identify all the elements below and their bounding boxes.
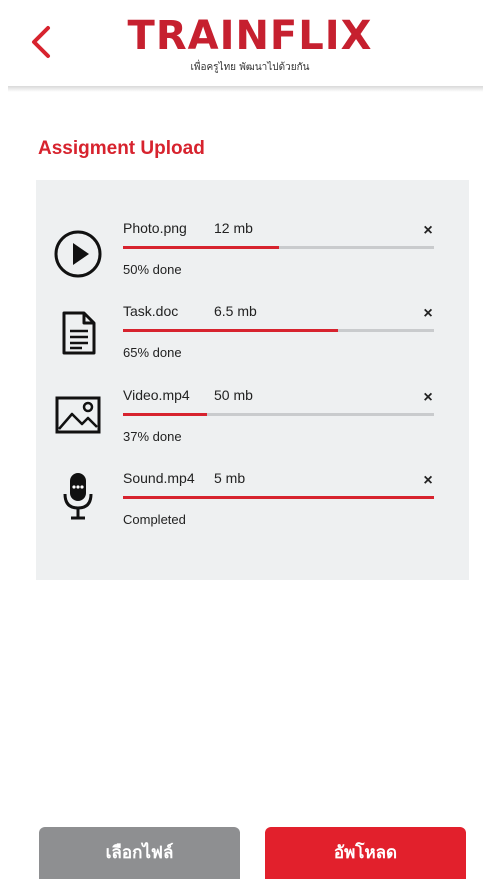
choose-file-button[interactable]: เลือกไฟล์ <box>39 827 240 879</box>
document-icon <box>52 307 104 359</box>
upload-progress-bar <box>123 329 434 332</box>
upload-progress-fill <box>123 496 434 499</box>
file-name: Video.mp4 <box>123 387 190 403</box>
trainflix-logo: TRAINFLIX เพื่อครูไทย พัฒนาไปด้วยกัน <box>120 14 380 78</box>
upload-status: 65% done <box>123 345 182 360</box>
file-size: 50 mb <box>214 387 253 403</box>
remove-file-button[interactable]: × <box>418 304 438 324</box>
upload-status: 37% done <box>123 429 182 444</box>
file-name: Task.doc <box>123 303 179 319</box>
upload-progress-bar <box>123 246 434 249</box>
upload-item: Sound.mp4 5 mb × Completed <box>36 470 469 548</box>
upload-progress-fill <box>123 413 207 416</box>
upload-item: Photo.png 12 mb × 50% done <box>36 220 469 298</box>
play-circle-icon <box>52 228 104 280</box>
logo-tagline: เพื่อครูไทย พัฒนาไปด้วยกัน <box>190 62 310 73</box>
remove-file-button[interactable]: × <box>418 388 438 408</box>
remove-file-button[interactable]: × <box>418 471 438 491</box>
chevron-left-icon <box>32 26 50 58</box>
upload-progress-fill <box>123 246 279 249</box>
file-size: 5 mb <box>214 470 246 486</box>
upload-button[interactable]: อัพโหลด <box>265 827 466 879</box>
upload-status: Completed <box>123 512 186 527</box>
image-icon <box>52 389 104 441</box>
upload-progress-bar <box>123 496 434 499</box>
upload-list-panel: Photo.png 12 mb × 50% done Task.doc 6.5 … <box>36 180 469 580</box>
file-name: Sound.mp4 <box>123 470 195 486</box>
header-divider <box>8 86 483 92</box>
file-size: 6.5 mb <box>214 303 257 319</box>
upload-progress-bar <box>123 413 434 416</box>
app-header: TRAINFLIX เพื่อครูไทย พัฒนาไปด้วยกัน <box>0 0 491 88</box>
page-title: Assigment Upload <box>38 138 205 159</box>
remove-file-button[interactable]: × <box>418 221 438 241</box>
file-size: 12 mb <box>214 220 253 236</box>
logo-text: TRAINFLIX <box>127 13 373 59</box>
microphone-icon <box>52 470 104 522</box>
file-name: Photo.png <box>123 220 187 236</box>
upload-progress-fill <box>123 329 338 332</box>
back-button[interactable] <box>22 22 58 62</box>
upload-item: Video.mp4 50 mb × 37% done <box>36 387 469 465</box>
upload-item: Task.doc 6.5 mb × 65% done <box>36 303 469 381</box>
upload-status: 50% done <box>123 262 182 277</box>
